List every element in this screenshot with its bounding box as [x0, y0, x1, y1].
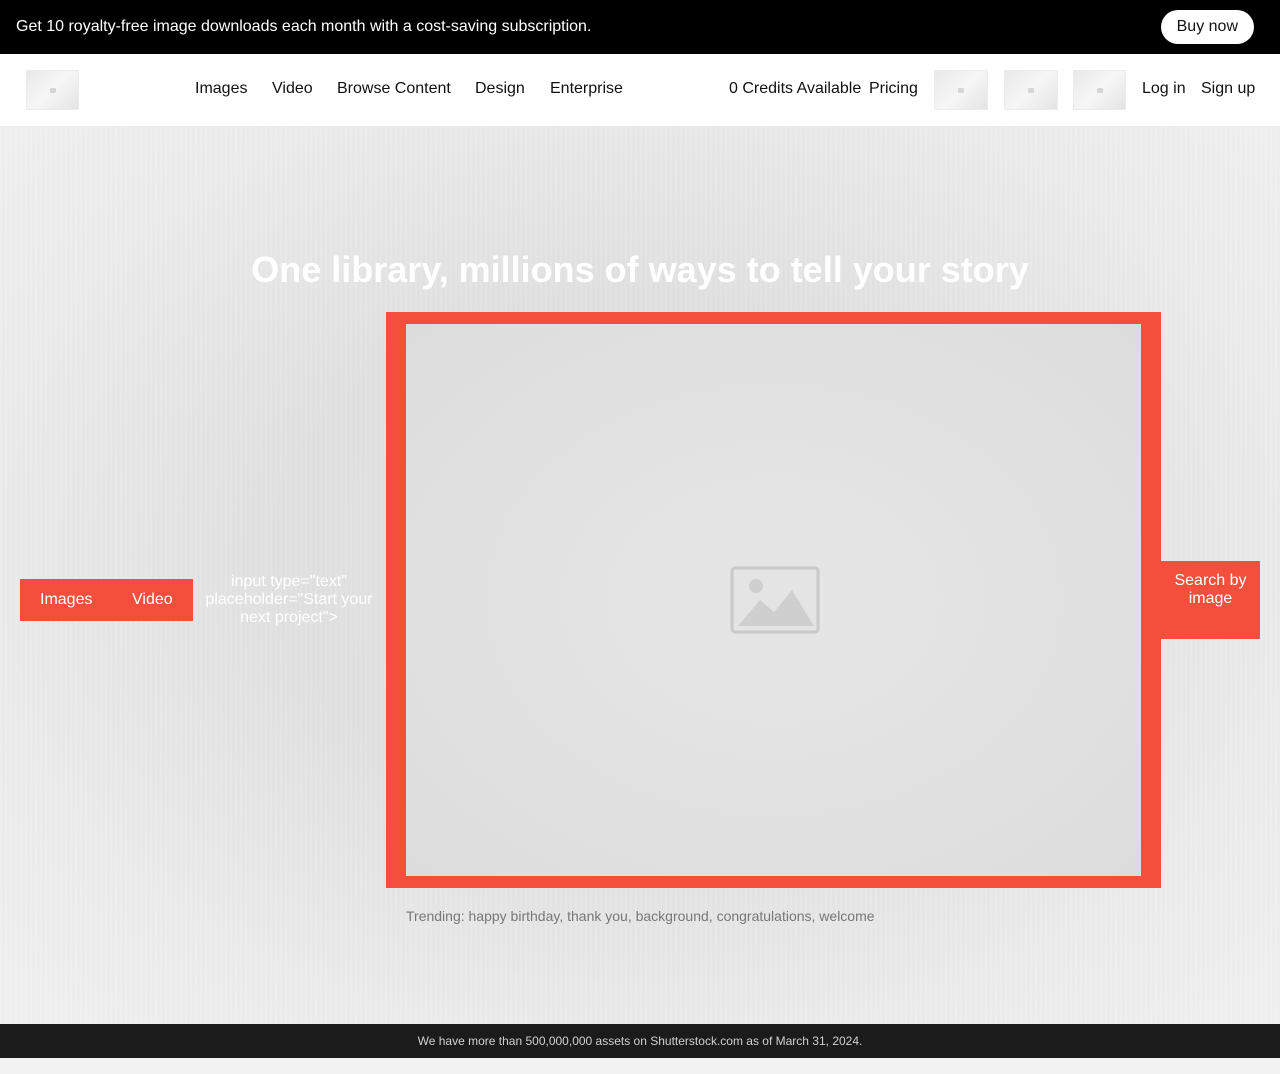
trending-link[interactable]: welcome: [819, 908, 874, 924]
broken-image-icon: [730, 566, 819, 634]
signup-link[interactable]: Sign up: [1201, 80, 1255, 98]
nav-video[interactable]: Video: [272, 80, 313, 98]
search-input-markup-text[interactable]: input type="text" placeholder="Start you…: [202, 573, 376, 627]
header-icon-placeholder-1[interactable]: [934, 70, 988, 110]
trending-link[interactable]: happy birthday: [469, 908, 560, 924]
nav-enterprise[interactable]: Enterprise: [550, 80, 623, 98]
header-icon-placeholder-3[interactable]: [1073, 70, 1126, 110]
nav-images[interactable]: Images: [195, 80, 247, 98]
search-by-image-button[interactable]: Search by image: [1161, 561, 1260, 639]
media-type-tabs: Images Video: [20, 579, 193, 621]
login-link[interactable]: Log in: [1142, 80, 1186, 98]
promo-text: Get 10 royalty-free image downloads each…: [16, 18, 592, 35]
nav-design[interactable]: Design: [475, 80, 525, 98]
bottom-strip: [0, 1058, 1280, 1074]
assets-count-banner: We have more than 500,000,000 assets on …: [0, 1024, 1280, 1058]
hero-title: One library, millions of ways to tell yo…: [251, 249, 1029, 290]
header-icon-placeholder-2[interactable]: [1004, 70, 1058, 110]
trending-link[interactable]: background: [636, 908, 709, 924]
trending-link[interactable]: thank you: [567, 908, 628, 924]
hero-image-placeholder: [406, 324, 1141, 876]
credits-available[interactable]: 0 Credits Available: [729, 80, 861, 98]
nav-browse-content[interactable]: Browse Content: [337, 80, 451, 98]
trending-label: Trending:: [406, 908, 465, 924]
promo-bar: Get 10 royalty-free image downloads each…: [0, 0, 1280, 54]
trending-link[interactable]: congratulations: [717, 908, 812, 924]
tab-images[interactable]: Images: [40, 591, 92, 609]
hero-section: One library, millions of ways to tell yo…: [0, 126, 1280, 1024]
buy-now-button[interactable]: Buy now: [1160, 10, 1254, 44]
site-header: Images Video Browse Content Design Enter…: [0, 54, 1280, 126]
tab-video[interactable]: Video: [132, 591, 173, 609]
assets-count-text: We have more than 500,000,000 assets on …: [417, 1034, 863, 1048]
hero-image-frame: [386, 312, 1161, 888]
nav-pricing[interactable]: Pricing: [869, 80, 918, 98]
trending-searches: Trending: happy birthday, thank you, bac…: [406, 908, 875, 924]
logo-image-placeholder[interactable]: [26, 70, 79, 110]
